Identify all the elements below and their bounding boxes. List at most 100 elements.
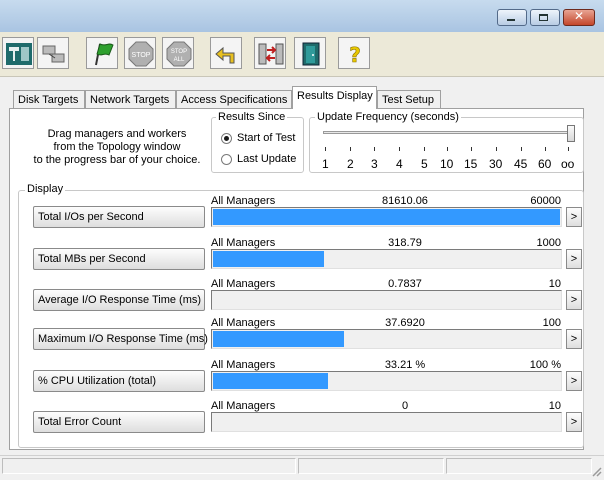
frequency-tick-mark <box>374 147 375 151</box>
frequency-tick-mark <box>471 147 472 151</box>
radio-last-update[interactable]: Last Update <box>221 153 301 167</box>
tab-network-targets[interactable]: Network Targets <box>85 90 176 109</box>
metric-more-button[interactable]: > <box>566 290 582 310</box>
tab-label: Results Display <box>297 90 373 102</box>
metric-progress-bar[interactable] <box>211 249 562 269</box>
tab-label: Access Specifications <box>181 94 288 106</box>
radio-start-of-test[interactable]: Start of Test <box>221 132 301 146</box>
status-cell <box>446 458 592 474</box>
metric-progress-fill <box>213 331 344 347</box>
minimize-button[interactable] <box>497 9 527 26</box>
tab-label: Disk Targets <box>18 94 79 106</box>
metric-select-button[interactable]: Total I/Os per Second <box>33 206 205 228</box>
help-icon: ? <box>349 43 361 67</box>
stop-icon: STOP <box>128 41 154 67</box>
stop-all-icon: STOP ALL <box>166 41 192 67</box>
metric-progress-fill <box>213 373 328 389</box>
workers-button[interactable] <box>37 37 69 69</box>
display-title: Display <box>25 183 66 195</box>
stop-all-button[interactable]: STOP ALL <box>162 37 194 69</box>
frequency-tick-label: 3 <box>371 157 378 171</box>
metric-select-button[interactable]: % CPU Utilization (total) <box>33 370 205 392</box>
frequency-tick-label: 1 <box>322 157 329 171</box>
metric-select-button[interactable]: Maximum I/O Response Time (ms) <box>33 328 208 350</box>
metric-progress-bar[interactable] <box>211 329 562 349</box>
frequency-tick-mark <box>325 147 326 151</box>
help-line: Drag managers and workers <box>47 128 187 140</box>
frequency-tick-label: 5 <box>421 157 428 171</box>
start-button[interactable] <box>86 37 118 69</box>
tab-disk-targets[interactable]: Disk Targets <box>13 90 85 109</box>
frequency-tick-mark <box>424 147 425 151</box>
worker-config-icon <box>258 43 284 65</box>
radio-selected-dot <box>224 136 229 141</box>
frequency-tick-label: 10 <box>440 157 454 171</box>
metric-progress-bar[interactable] <box>211 412 562 432</box>
tab-label: Test Setup <box>382 94 434 106</box>
metric-select-button[interactable]: Average I/O Response Time (ms) <box>33 289 205 311</box>
metric-progress-bar[interactable] <box>211 371 562 391</box>
reset-workers-icon <box>215 46 235 64</box>
frequency-tick-label: oo <box>561 157 575 171</box>
tab-results-display[interactable]: Results Display <box>292 86 377 109</box>
radio-label: Last Update <box>237 153 297 165</box>
title-bar: ✕ <box>0 0 604 32</box>
radio-indicator[interactable] <box>221 133 232 144</box>
update-frequency-slider-track[interactable] <box>323 131 575 134</box>
metric-progress-bar[interactable] <box>211 207 562 227</box>
display-results-button[interactable] <box>2 37 34 69</box>
close-button[interactable]: ✕ <box>563 9 595 26</box>
stop-button[interactable]: STOP <box>124 37 156 69</box>
frequency-tick-label: 45 <box>514 157 528 171</box>
tab-access-specifications[interactable]: Access Specifications <box>176 90 292 109</box>
results-since-title: Results Since <box>216 111 288 123</box>
worker-config-button[interactable] <box>254 37 286 69</box>
resize-grip-icon[interactable] <box>590 465 602 477</box>
tab-label: Network Targets <box>90 94 170 106</box>
tab-test-setup[interactable]: Test Setup <box>377 90 441 109</box>
frequency-tick-label: 30 <box>489 157 503 171</box>
metric-more-button[interactable]: > <box>566 412 582 432</box>
frequency-tick-mark <box>399 147 400 151</box>
status-cell <box>2 458 296 474</box>
svg-text:?: ? <box>349 43 361 67</box>
reset-workers-button[interactable] <box>210 37 242 69</box>
workers-icon <box>42 45 65 63</box>
help-line: to the progress bar of your choice. <box>33 154 201 166</box>
frequency-tick-label: 15 <box>464 157 478 171</box>
frequency-tick-label: 60 <box>538 157 552 171</box>
display-icon <box>6 43 32 65</box>
svg-text:ALL: ALL <box>174 57 185 63</box>
close-icon: ✕ <box>573 9 585 23</box>
metric-more-button[interactable]: > <box>566 329 582 349</box>
frequency-tick-mark <box>521 147 522 151</box>
frequency-tick-label: 4 <box>396 157 403 171</box>
exit-icon <box>302 42 320 66</box>
maximize-button[interactable] <box>530 9 560 26</box>
svg-text:STOP: STOP <box>171 49 187 55</box>
metric-more-button[interactable]: > <box>566 249 582 269</box>
help-line: from the Topology window <box>53 141 181 153</box>
metric-progress-bar[interactable] <box>211 290 562 310</box>
maximize-icon <box>539 14 548 21</box>
help-button[interactable]: ? <box>338 37 370 69</box>
status-cell <box>298 458 444 474</box>
start-flag-icon <box>95 43 114 66</box>
radio-label: Start of Test <box>237 132 296 144</box>
frequency-tick-mark <box>545 147 546 151</box>
metric-more-button[interactable]: > <box>566 207 582 227</box>
frequency-tick-label: 2 <box>347 157 354 171</box>
metric-select-button[interactable]: Total Error Count <box>33 411 205 433</box>
update-frequency-slider-thumb[interactable] <box>567 125 575 142</box>
svg-text:STOP: STOP <box>132 52 151 59</box>
drag-instructions: Drag managers and workers from the Topol… <box>22 128 212 167</box>
radio-indicator[interactable] <box>221 154 232 165</box>
toolbar: STOP STOP ALL ? <box>0 32 604 77</box>
minimize-icon <box>507 19 515 21</box>
frequency-tick-mark <box>350 147 351 151</box>
frequency-tick-mark <box>496 147 497 151</box>
metric-more-button[interactable]: > <box>566 371 582 391</box>
exit-button[interactable] <box>294 37 326 69</box>
frequency-tick-mark <box>568 147 569 151</box>
metric-select-button[interactable]: Total MBs per Second <box>33 248 205 270</box>
